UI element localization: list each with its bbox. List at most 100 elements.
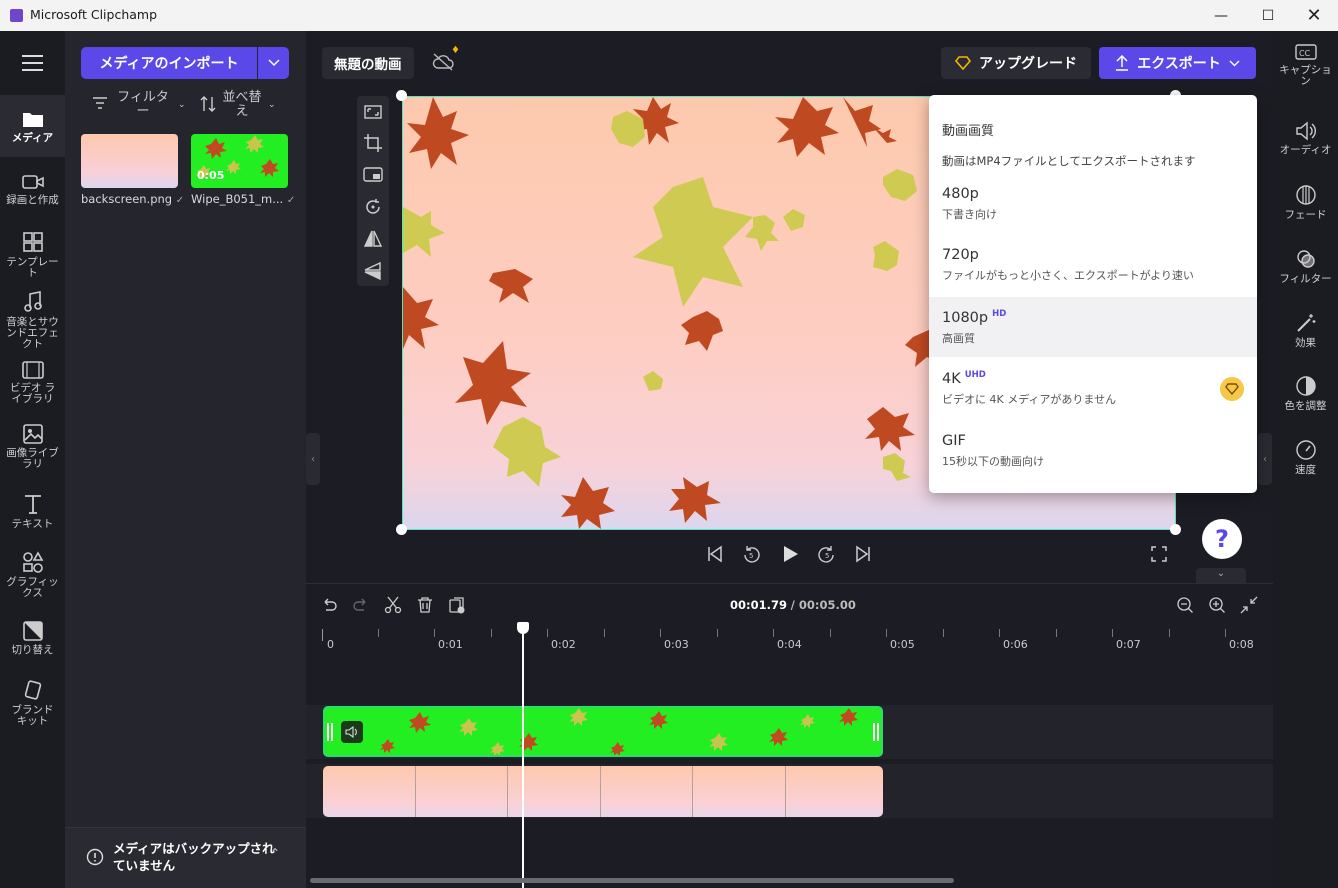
export-option-480p[interactable]: 480p 下書き向け [929,186,1257,244]
scissors-icon[interactable] [384,596,402,614]
rail-label: フィルター [1279,273,1332,285]
chevron-right-icon: ‹ [1263,453,1267,465]
zoom-out-icon[interactable] [1176,596,1194,614]
resize-handle-bottom-right[interactable] [1170,524,1181,535]
hamburger-menu-icon[interactable] [22,55,43,71]
ruler-tick-label: 0:06 [1003,638,1028,651]
export-label: エクスポート [1137,56,1221,72]
rail-item-templates[interactable]: テンプレート [0,231,65,279]
import-dropdown-button[interactable] [258,47,289,79]
crop-icon[interactable] [363,133,383,153]
fit-timeline-icon[interactable] [1240,596,1258,614]
quality-description: 15秒以下の動画向け [942,455,1044,468]
duplicate-icon[interactable] [448,596,466,614]
rail-item-record[interactable]: 録画と作成 [0,173,65,206]
resize-handle-top-left[interactable] [396,90,407,101]
ruler-mark [999,629,1000,637]
rail-item-media[interactable]: メディア [0,95,65,157]
upload-arrow-icon [1116,55,1129,71]
close-button[interactable]: ✕ [1291,0,1337,31]
backup-notice-bar[interactable]: メディアはバックアップされていません ⌃ [65,827,306,888]
ruler-mark [886,629,887,637]
upgrade-button[interactable]: アップグレード [941,47,1091,79]
help-button[interactable]: ? [1202,519,1242,559]
total-time: / 00:05.00 [790,598,856,612]
export-option-1080p[interactable]: 1080p HD 高画質 [929,297,1257,357]
rail-item-audio[interactable]: オーディオ [1273,121,1338,156]
export-button[interactable]: エクスポート [1099,47,1256,79]
rail-item-music[interactable]: 音楽とサウンドエフェクト [0,291,65,350]
ruler-mark [1225,629,1226,637]
collapse-left-panel-handle[interactable]: ‹ [306,433,320,485]
sort-button[interactable]: 並べ替え ⌄ [200,91,276,119]
chevron-down-icon: ⌄ [268,100,276,110]
diamond-icon [955,56,971,70]
clip-trim-handle-left[interactable] [327,723,333,741]
quality-description: 高画質 [942,331,975,345]
export-option-4k[interactable]: 4K UHD ビデオに 4K メディアがありません [929,370,1257,428]
collapse-timeline-handle[interactable]: ⌄ [1196,568,1246,584]
undo-icon[interactable] [320,596,338,614]
rail-item-transitions[interactable]: 切り替え [0,621,65,656]
rail-item-color-adjust[interactable]: 色を調整 [1273,375,1338,412]
minimize-button[interactable]: — [1198,0,1244,31]
playhead-grip[interactable] [517,622,529,634]
chevron-up-icon[interactable]: ⌃ [270,846,280,860]
upgrade-label: アップグレード [979,56,1077,72]
fit-icon[interactable] [363,102,383,122]
rail-item-image-library[interactable]: 画像ライブラリ [0,424,65,470]
zoom-in-icon[interactable] [1208,596,1226,614]
import-media-button[interactable]: メディアのインポート [81,47,257,79]
premium-diamond-icon [1220,377,1244,401]
rail-item-captions[interactable]: CC キャプション [1273,43,1338,87]
project-title[interactable]: 無題の動画 [322,47,414,79]
rail-item-video-library[interactable]: ビデオ ライブラリ [0,361,65,405]
rotate-icon[interactable] [363,197,383,217]
rewind-5-icon[interactable]: 5 [741,544,761,564]
filmstrip-divider [785,766,786,817]
rail-label: 色を調整 [1284,400,1327,412]
resize-handle-bottom-left[interactable] [396,524,407,535]
media-thumbnail-wipe[interactable]: 0:05 [191,134,288,188]
templates-icon [22,232,43,252]
play-icon[interactable] [780,544,800,564]
filter-button[interactable]: フィルター ⌄ [92,91,186,119]
rail-item-speed[interactable]: 速度 [1273,439,1338,476]
flip-horizontal-icon[interactable] [363,229,383,249]
rail-item-fade[interactable]: フェード [1273,184,1338,221]
chevron-down-icon: ⌄ [178,100,186,110]
forward-5-icon[interactable]: 5 [817,544,837,564]
rail-label: オーディオ [1279,144,1332,156]
maximize-button[interactable]: ☐ [1245,0,1291,31]
rail-label: ブランド キット [11,704,54,727]
playhead[interactable] [522,624,524,888]
rail-item-text[interactable]: テキスト [0,493,65,530]
clip-audio-toggle[interactable] [341,721,363,743]
text-icon [24,495,41,514]
clip-trim-handle-right[interactable] [873,723,879,741]
rail-item-graphics[interactable]: グラフィックス [0,551,65,599]
timeline-horizontal-scrollbar[interactable] [310,878,954,883]
redo-icon[interactable] [352,596,370,614]
premium-diamond-icon: ♦ [451,45,460,56]
flip-vertical-icon[interactable] [363,261,383,281]
rail-item-brand-kit[interactable]: ブランド キット [0,679,65,727]
background-image-clip[interactable] [323,766,883,817]
skip-to-end-icon[interactable] [853,544,873,564]
ruler-mark [434,629,435,637]
color-adjust-icon [1295,376,1316,396]
ruler-minor-mark [378,629,379,637]
rail-item-effects[interactable]: 効果 [1273,312,1338,349]
trash-icon[interactable] [416,596,434,614]
export-option-gif[interactable]: GIF 15秒以下の動画向け [929,433,1257,491]
fullscreen-icon[interactable] [1149,544,1169,564]
ruler-mark [773,629,774,637]
picture-in-picture-icon[interactable] [363,165,383,185]
collapse-right-panel-handle[interactable]: ‹ [1258,433,1272,485]
menu-note: 動画はMP4ファイルとしてエクスポートされます [942,154,1196,168]
ruler-tick-label: 0:01 [438,638,463,651]
rail-item-filters[interactable]: フィルター [1273,248,1338,285]
green-screen-clip[interactable] [323,706,883,757]
media-thumbnail-backscreen[interactable] [81,134,178,188]
skip-to-start-icon[interactable] [705,544,725,564]
